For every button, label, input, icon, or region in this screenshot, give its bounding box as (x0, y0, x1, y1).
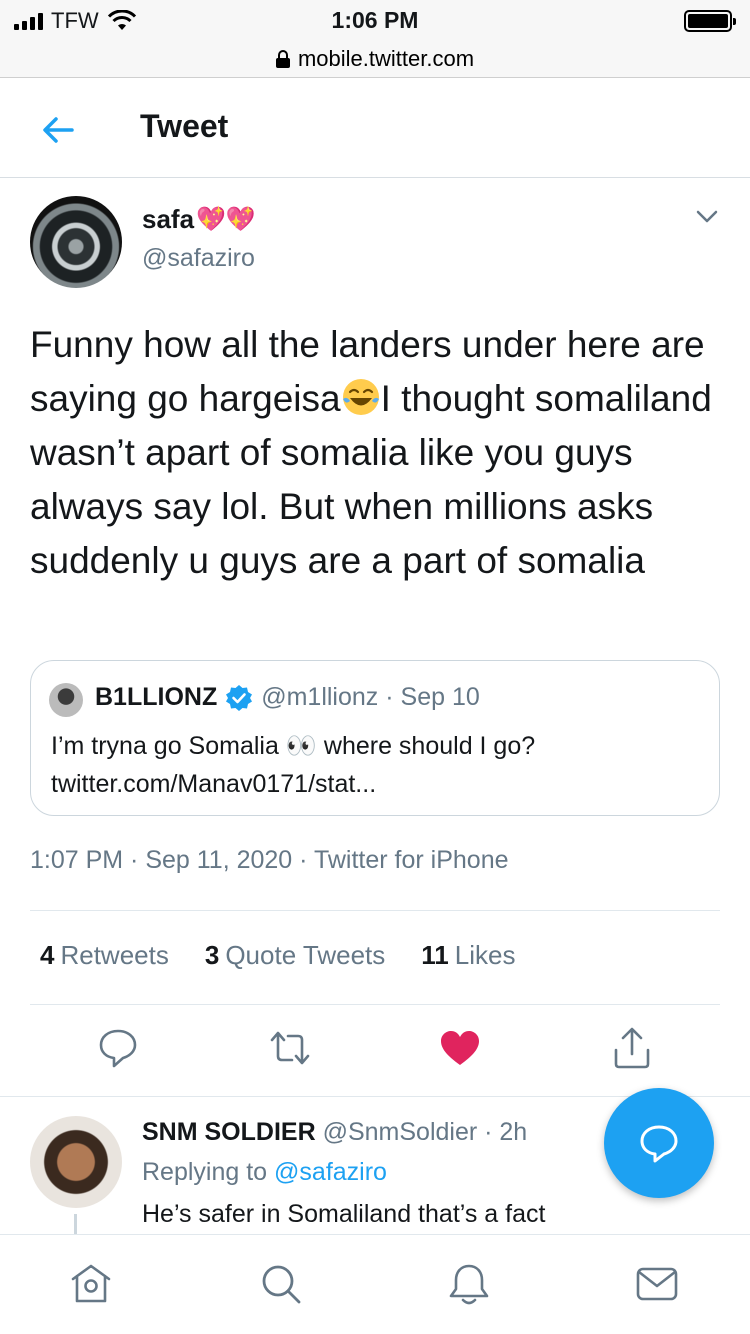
status-bar: TFW 1:06 PM (0, 0, 750, 40)
tweet-text: Funny how all the landers under here are… (30, 318, 720, 588)
battery-icon (684, 10, 736, 32)
likes-stat[interactable]: 11 Likes (421, 940, 515, 971)
url-text: mobile.twitter.com (297, 45, 475, 71)
divider (30, 910, 720, 911)
author-avatar[interactable] (30, 196, 122, 288)
search-icon[interactable] (258, 1261, 304, 1307)
author-handle[interactable]: @safaziro (142, 244, 255, 273)
reply-header: SNM SOLDIER @SnmSoldier · 2h (142, 1118, 527, 1147)
messages-icon[interactable] (634, 1261, 680, 1307)
replying-handle-link[interactable]: @safaziro (274, 1158, 387, 1186)
quoted-text-line1: I’m tryna go Somalia 👀 where should I go… (51, 732, 536, 760)
author-name-emoji: 💖💖 (196, 205, 256, 233)
compose-button[interactable] (604, 1088, 714, 1198)
address-bar[interactable]: mobile.twitter.com (0, 40, 750, 78)
reply-author-name[interactable]: SNM SOLDIER (142, 1118, 316, 1146)
quote-tweets-stat[interactable]: 3 Quote Tweets (205, 940, 385, 971)
quoted-text: I’m tryna go Somalia 👀 where should I go… (51, 727, 701, 803)
share-icon[interactable] (610, 1026, 654, 1070)
reply-text: He’s safer in Somaliland that’s a fact (142, 1200, 546, 1228)
back-arrow-icon[interactable] (36, 108, 80, 152)
retweet-icon[interactable] (268, 1026, 312, 1070)
quoted-avatar (49, 683, 83, 717)
divider (30, 1004, 720, 1005)
quoted-header: B1LLIONZ @m1llionz · Sep 10 (95, 683, 480, 712)
reply-handle-time: @SnmSoldier · 2h (322, 1118, 528, 1146)
quoted-link[interactable]: twitter.com/Manav0171/stat... (51, 765, 701, 803)
reply-icon[interactable] (96, 1026, 140, 1070)
reply-avatar[interactable] (30, 1116, 122, 1208)
verified-icon (226, 684, 253, 711)
tweet-stats: 4 Retweets 3 Quote Tweets 11 Likes (40, 940, 515, 971)
retweets-stat[interactable]: 4 Retweets (40, 940, 169, 971)
home-icon[interactable] (68, 1261, 114, 1307)
action-bar (0, 1026, 750, 1074)
thread-line (74, 1214, 77, 1234)
bottom-tab-bar (0, 1234, 750, 1334)
like-icon[interactable] (438, 1026, 482, 1070)
author-name[interactable]: safa 💖💖 (142, 204, 256, 235)
reply-context: Replying to @safaziro (142, 1158, 387, 1187)
quoted-tweet[interactable]: B1LLIONZ @m1llionz · Sep 10 I’m tryna go… (30, 660, 720, 816)
quoted-handle-date: @m1llionz · Sep 10 (261, 683, 480, 711)
lock-icon (275, 49, 290, 68)
quoted-name: B1LLIONZ (95, 683, 218, 711)
tweet-timestamp: 1:07 PM · Sep 11, 2020 · Twitter for iPh… (30, 846, 509, 874)
laughing-emoji-icon (342, 379, 379, 415)
page-title: Tweet (140, 108, 229, 144)
page-header: Tweet (0, 78, 750, 178)
replying-prefix: Replying to (142, 1158, 268, 1186)
chevron-down-icon[interactable] (694, 204, 720, 230)
notifications-icon[interactable] (446, 1261, 492, 1307)
author-name-text: safa (142, 204, 195, 234)
clock: 1:06 PM (331, 7, 419, 33)
compose-icon (640, 1125, 678, 1163)
